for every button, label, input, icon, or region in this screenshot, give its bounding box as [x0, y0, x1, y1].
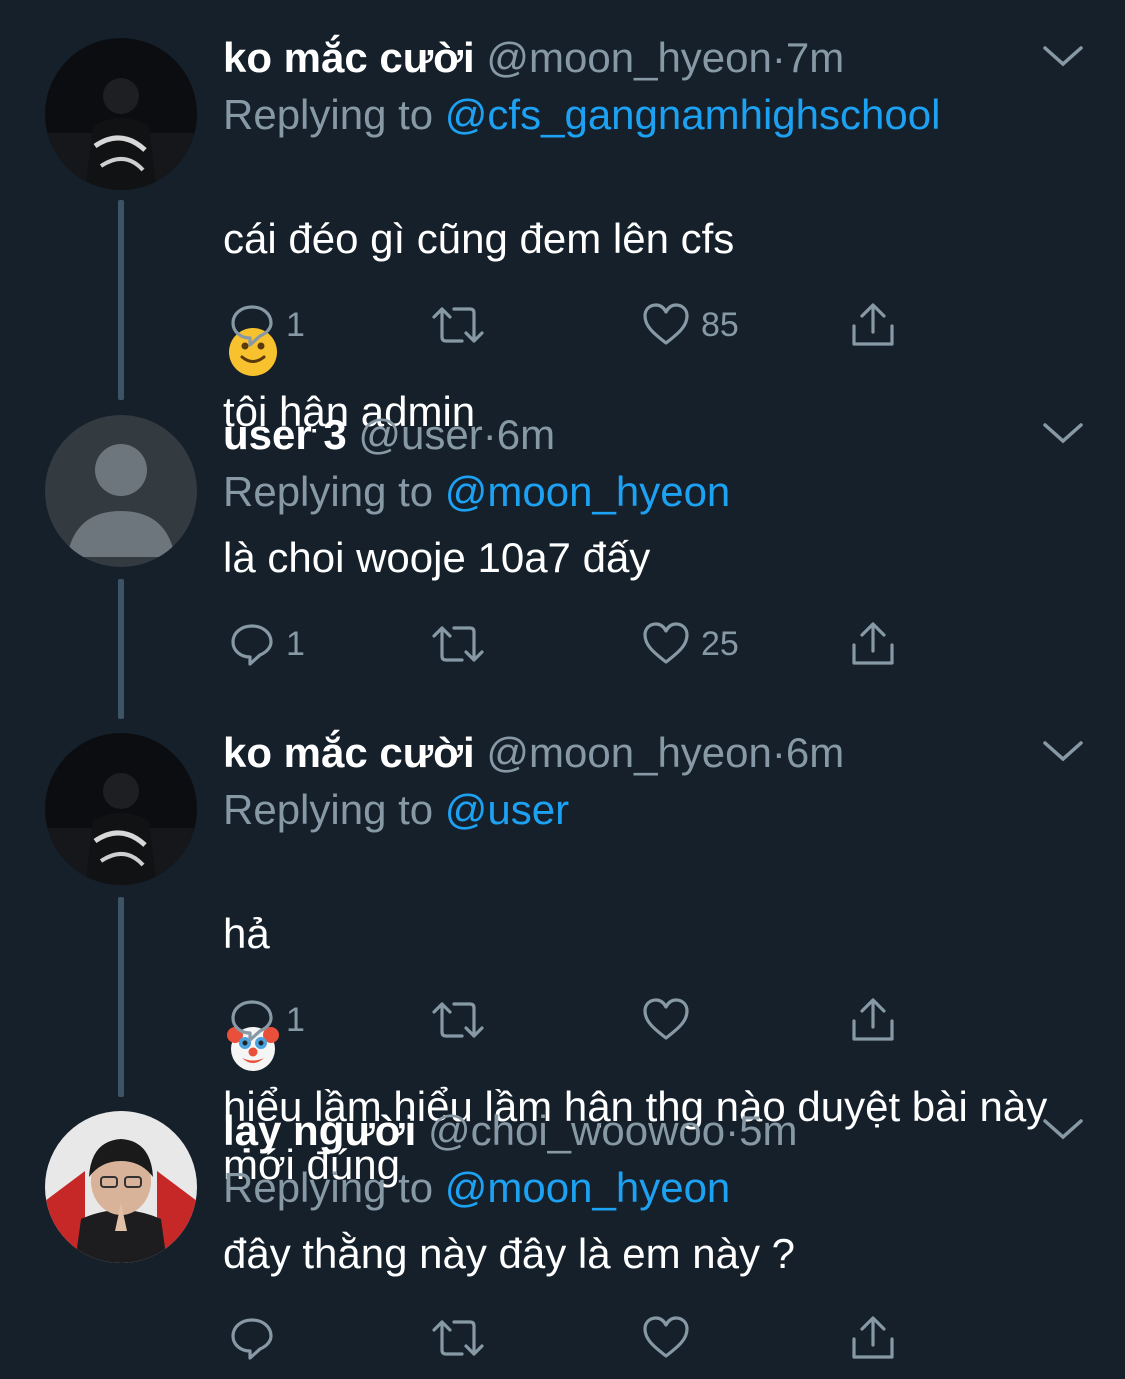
replying-to-link[interactable]: @moon_hyeon [445, 468, 731, 515]
share-button[interactable] [848, 990, 898, 1050]
tweet[interactable]: ko mắc cười @moon_hyeon·7m Replying to @… [0, 0, 1125, 435]
reply-button[interactable] [228, 1308, 286, 1368]
reply-icon [231, 1000, 273, 1042]
tweet[interactable]: user 3 @user·6m Replying to @moon_hyeon … [0, 377, 1125, 719]
timestamp[interactable]: 5m [739, 1107, 797, 1154]
handle[interactable]: @choi_woowoo [428, 1107, 725, 1154]
separator-dot: · [771, 729, 786, 776]
reply-count: 1 [286, 1000, 305, 1039]
separator-dot: · [771, 34, 786, 81]
replying-to: Replying to @user [223, 781, 1065, 839]
like-button[interactable] [641, 1308, 701, 1368]
reply-count: 1 [286, 305, 305, 344]
reply-count: 1 [286, 624, 305, 663]
like-icon [643, 1316, 689, 1358]
tweet-header: lạy người @choi_woowoo·5m [223, 1103, 1065, 1159]
reply-button[interactable]: 1 [228, 295, 305, 355]
separator-dot: · [482, 411, 497, 458]
separator-dot: · [725, 1107, 740, 1154]
retweet-icon [432, 307, 484, 343]
tweet[interactable]: ko mắc cười @moon_hyeon·6m Replying to @… [0, 695, 1125, 1188]
retweet-icon [432, 626, 484, 662]
replying-prefix: Replying to [223, 468, 434, 515]
avatar[interactable] [45, 415, 197, 567]
replying-to-link[interactable]: @moon_hyeon [445, 1164, 731, 1211]
share-button[interactable] [848, 1308, 898, 1368]
replying-to-link[interactable]: @cfs_gangnamhighschool [445, 91, 941, 138]
replying-to: Replying to @moon_hyeon [223, 463, 1065, 521]
tweet-actions [223, 1308, 913, 1368]
share-button[interactable] [848, 295, 898, 355]
thread-connector [118, 897, 124, 1097]
like-button[interactable]: 85 [641, 295, 739, 355]
avatar[interactable] [45, 1111, 197, 1263]
reply-icon [231, 624, 273, 666]
tweet-header: user 3 @user·6m [223, 407, 1065, 463]
avatar[interactable] [45, 38, 197, 190]
display-name[interactable]: ko mắc cười [223, 729, 475, 776]
reply-icon [231, 305, 273, 347]
display-name[interactable]: lạy người [223, 1107, 416, 1154]
replying-to-link[interactable]: @user [445, 786, 569, 833]
share-icon [852, 1316, 894, 1359]
like-count: 85 [701, 305, 739, 344]
replying-prefix: Replying to [223, 91, 434, 138]
share-button[interactable] [848, 614, 898, 674]
thread-connector [118, 200, 124, 400]
tweet-actions: 1 25 [223, 614, 913, 674]
tweet-header: ko mắc cười @moon_hyeon·7m [223, 30, 1065, 86]
share-icon [852, 303, 894, 346]
display-name[interactable]: ko mắc cười [223, 34, 475, 81]
like-icon [643, 622, 689, 664]
share-icon [852, 622, 894, 665]
display-name[interactable]: user 3 [223, 411, 347, 458]
reply-button[interactable]: 1 [228, 990, 305, 1050]
retweet-button[interactable] [428, 990, 488, 1050]
retweet-button[interactable] [428, 295, 488, 355]
replying-prefix: Replying to [223, 786, 434, 833]
tweet[interactable]: lạy người @choi_woowoo·5m Replying to @m… [0, 1073, 1125, 1379]
timestamp[interactable]: 6m [786, 729, 844, 776]
like-icon [643, 303, 689, 345]
replying-prefix: Replying to [223, 1164, 434, 1211]
retweet-icon [432, 1002, 484, 1038]
tweet-text: là choi wooje 10a7 đấy [223, 534, 651, 581]
handle[interactable]: @moon_hyeon [486, 34, 772, 81]
tweet-header: ko mắc cười @moon_hyeon·6m [223, 725, 1065, 781]
tweet-text-part: hả [223, 910, 270, 957]
retweet-icon [432, 1320, 484, 1356]
replying-to: Replying to @moon_hyeon [223, 1159, 1065, 1217]
handle[interactable]: @moon_hyeon [486, 729, 772, 776]
reply-button[interactable]: 1 [228, 614, 305, 674]
replying-to: Replying to @cfs_gangnamhighschool [223, 86, 1065, 144]
like-icon [643, 998, 689, 1040]
avatar[interactable] [45, 733, 197, 885]
tweet-actions: 1 [223, 990, 913, 1050]
retweet-button[interactable] [428, 614, 488, 674]
like-button[interactable] [641, 990, 701, 1050]
retweet-button[interactable] [428, 1308, 488, 1368]
timestamp[interactable]: 7m [786, 34, 844, 81]
like-button[interactable]: 25 [641, 614, 739, 674]
reply-icon [231, 1318, 273, 1360]
tweet-text: đây thằng này đây là em này ? [223, 1230, 796, 1277]
like-count: 25 [701, 624, 739, 663]
timestamp[interactable]: 6m [497, 411, 555, 458]
share-icon [852, 998, 894, 1041]
handle[interactable]: @user [358, 411, 482, 458]
tweet-actions: 1 85 [223, 295, 913, 355]
tweet-text-part: cái đéo gì cũng đem lên cfs [223, 215, 735, 262]
